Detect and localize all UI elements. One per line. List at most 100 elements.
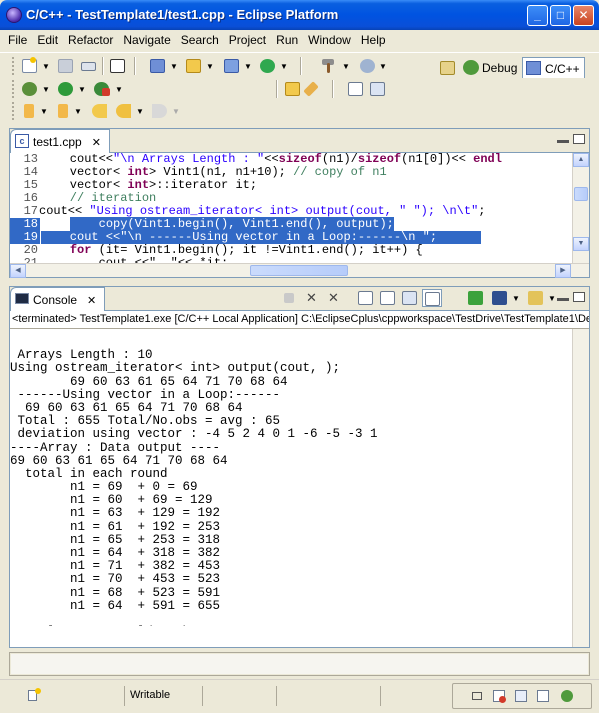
- show-annotations-icon[interactable]: [368, 80, 388, 98]
- external-tools-icon[interactable]: [92, 80, 112, 98]
- debug-dropdown-icon[interactable]: ▼: [42, 85, 50, 94]
- show-on-output-icon[interactable]: [400, 289, 420, 307]
- new-class-dropdown-icon[interactable]: ▼: [244, 62, 252, 71]
- new-project-dropdown-icon[interactable]: ▼: [170, 62, 178, 71]
- minimize-console-icon[interactable]: [557, 298, 569, 301]
- bottom-empty-pane: [9, 652, 590, 676]
- menu-refactor[interactable]: Refactor: [63, 30, 118, 47]
- scroll-up-button[interactable]: ▲: [573, 153, 589, 167]
- code-area[interactable]: 13 cout<<"\n Arrays Length : "<<sizeof(n…: [10, 153, 560, 265]
- fast-view-icon[interactable]: [26, 688, 42, 704]
- next-annotation-icon[interactable]: [20, 102, 40, 120]
- editor-horizontal-scrollbar[interactable]: ◀ ▶: [10, 263, 589, 278]
- new-source-icon[interactable]: [258, 57, 278, 75]
- menu-help[interactable]: Help: [356, 30, 391, 47]
- debug-bug-icon[interactable]: [20, 80, 40, 98]
- console-output-line: n1 = 68 + 523 = 591: [10, 585, 221, 600]
- minimize-view-icon[interactable]: [557, 140, 569, 143]
- build-config-dropdown-icon[interactable]: ▼: [379, 62, 387, 71]
- scroll-lock-icon[interactable]: [378, 289, 398, 307]
- tab-console-label: Console: [33, 293, 78, 307]
- binary-icon[interactable]: [108, 57, 128, 75]
- problems-view-icon[interactable]: [491, 688, 507, 704]
- clear-console-icon[interactable]: [356, 289, 376, 307]
- eclipse-app-icon[interactable]: [6, 7, 22, 23]
- external-tools-dropdown-icon[interactable]: ▼: [115, 85, 123, 94]
- h-scroll-thumb[interactable]: [250, 265, 348, 276]
- forward-arrow-icon[interactable]: [150, 102, 170, 120]
- build-config-icon[interactable]: [358, 57, 378, 75]
- menu-navigate[interactable]: Navigate: [118, 30, 175, 47]
- back-dropdown-icon[interactable]: ▼: [136, 107, 144, 116]
- display-console-dropdown-icon[interactable]: ▼: [512, 294, 520, 303]
- scroll-right-button[interactable]: ▶: [555, 264, 571, 278]
- menu-window[interactable]: Window: [303, 30, 356, 47]
- tab-console[interactable]: Console ✕: [10, 287, 106, 311]
- next-annotation-dropdown-icon[interactable]: ▼: [40, 107, 48, 116]
- build-hammer-icon[interactable]: [320, 57, 340, 75]
- console-output[interactable]: Arrays Length : 10 Using ostream_iterator…: [10, 336, 570, 626]
- previous-annotation-dropdown-icon[interactable]: ▼: [74, 107, 82, 116]
- debug-perspective-button[interactable]: Debug: [460, 57, 521, 79]
- maximize-button[interactable]: □: [550, 5, 571, 26]
- debug-perspective-label: Debug: [482, 61, 518, 75]
- remove-all-terminated-icon[interactable]: ✕: [326, 289, 346, 307]
- menu-file[interactable]: File: [3, 30, 32, 47]
- build-dropdown-icon[interactable]: ▼: [342, 62, 350, 71]
- display-selected-console-icon[interactable]: [490, 289, 510, 307]
- minimize-button[interactable]: _: [527, 5, 548, 26]
- console-process-status: <terminated> TestTemplate1.exe [C/C++ Lo…: [10, 311, 589, 329]
- editor-vertical-scrollbar[interactable]: ▲ ▼: [572, 153, 589, 265]
- open-type-icon[interactable]: [283, 80, 303, 98]
- last-edit-location-icon[interactable]: [90, 102, 110, 120]
- new-icon[interactable]: [20, 57, 40, 75]
- forward-dropdown-icon[interactable]: ▼: [172, 107, 180, 116]
- scroll-thumb[interactable]: [574, 187, 588, 201]
- open-perspective-icon[interactable]: [438, 59, 458, 77]
- new-folder-icon[interactable]: [184, 57, 204, 75]
- tab-test1-cpp[interactable]: c test1.cpp ✕: [10, 129, 110, 153]
- remove-launch-icon[interactable]: ✕: [304, 289, 324, 307]
- toolbar-grip[interactable]: [12, 102, 15, 120]
- show-whitespace-icon[interactable]: [346, 80, 366, 98]
- console-vertical-scrollbar[interactable]: [572, 329, 589, 647]
- search-flashlight-icon[interactable]: [303, 80, 325, 98]
- show-on-error-icon[interactable]: [422, 289, 442, 307]
- console-tab-bar: Console ✕ ✕ ✕ ▼ ▼: [10, 287, 589, 311]
- menu-search[interactable]: Search: [176, 30, 224, 47]
- close-button[interactable]: ✕: [573, 5, 594, 26]
- open-console-dropdown-icon[interactable]: ▼: [548, 294, 556, 303]
- menu-bar: File Edit Refactor Navigate Search Project Run…: [3, 30, 596, 50]
- debug-view-icon[interactable]: [559, 688, 575, 704]
- title-bar[interactable]: C/C++ - TestTemplate1/test1.cpp - Eclips…: [0, 0, 599, 30]
- close-console-tab-icon[interactable]: ✕: [87, 295, 96, 307]
- menu-edit[interactable]: Edit: [32, 30, 63, 47]
- close-tab-icon[interactable]: ✕: [92, 137, 101, 149]
- previous-annotation-icon[interactable]: [54, 102, 74, 120]
- menu-project[interactable]: Project: [224, 30, 271, 47]
- terminate-icon[interactable]: [280, 289, 300, 307]
- new-source-dropdown-icon[interactable]: ▼: [280, 62, 288, 71]
- restore-view-icon[interactable]: [469, 688, 485, 704]
- open-console-icon[interactable]: [526, 289, 546, 307]
- toolbar-grip[interactable]: [12, 57, 15, 75]
- new-folder-dropdown-icon[interactable]: ▼: [206, 62, 214, 71]
- scroll-left-button[interactable]: ◀: [10, 264, 26, 278]
- back-arrow-icon[interactable]: [114, 102, 134, 120]
- properties-view-icon[interactable]: [535, 688, 551, 704]
- new-dropdown-icon[interactable]: ▼: [42, 62, 50, 71]
- new-class-icon[interactable]: [222, 57, 242, 75]
- new-cpp-project-icon[interactable]: [148, 57, 168, 75]
- menu-run[interactable]: Run: [271, 30, 303, 47]
- toolbar-grip[interactable]: [12, 80, 15, 98]
- save-icon[interactable]: [56, 57, 76, 75]
- print-icon[interactable]: [79, 57, 99, 75]
- tasks-view-icon[interactable]: [513, 688, 529, 704]
- run-icon[interactable]: [56, 80, 76, 98]
- cpp-perspective-button[interactable]: C/C++: [522, 57, 585, 79]
- pin-console-icon[interactable]: [466, 289, 486, 307]
- maximize-console-icon[interactable]: [573, 292, 585, 302]
- maximize-view-icon[interactable]: [573, 134, 585, 144]
- scroll-down-button[interactable]: ▼: [573, 237, 589, 251]
- run-dropdown-icon[interactable]: ▼: [78, 85, 86, 94]
